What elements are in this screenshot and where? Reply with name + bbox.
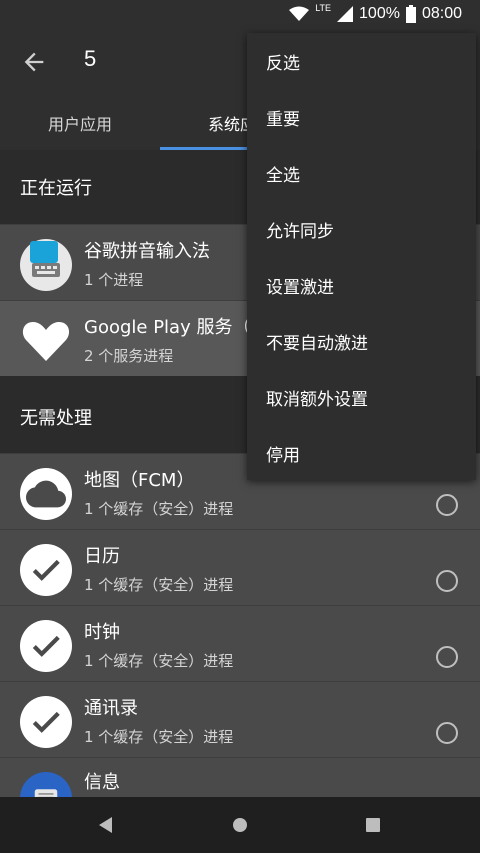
list-item[interactable]: 时钟 1 个缓存（安全）进程 [0,605,480,681]
app-name: 通讯录 [84,698,138,719]
cloud-icon [20,468,72,520]
select-radio[interactable] [436,646,458,668]
app-name: Google Play 服务（G [84,317,265,338]
nav-recents-icon[interactable] [363,815,383,835]
check-icon [20,544,72,596]
menu-item-cancel-extra-settings[interactable]: 取消额外设置 [247,369,476,425]
status-bar: LTE 100% 08:00 [0,0,480,30]
back-arrow-icon[interactable] [20,48,48,76]
app-process-info: 1 个缓存（安全）进程 [84,728,234,746]
app-process-info: 1 个缓存（安全）进程 [84,500,234,518]
menu-item-select-all[interactable]: 全选 [247,145,476,201]
app-process-info: 1 个缓存（安全）进程 [84,652,234,670]
network-type: LTE [315,3,332,13]
nav-back-icon[interactable] [96,815,116,835]
section-title-no-action: 无需处理 [20,408,92,429]
menu-item-allow-sync[interactable]: 允许同步 [247,201,476,257]
overflow-menu: 反选 重要 全选 允许同步 设置激进 不要自动激进 取消额外设置 停用 [247,33,476,480]
tab-user-apps[interactable]: 用户应用 [0,95,160,150]
clock: 08:00 [421,5,462,22]
menu-item-no-auto-aggressive[interactable]: 不要自动激进 [247,313,476,369]
app-name: 时钟 [84,622,120,643]
app-name: 日历 [84,546,120,567]
signal-icon [337,6,354,22]
status-icons: LTE 100% 08:00 [289,3,462,23]
app-process-info: 1 个缓存（安全）进程 [84,576,234,594]
app-process-info: 1 个进程 [84,271,144,289]
list-item[interactable]: 通讯录 1 个缓存（安全）进程 [0,681,480,757]
menu-item-invert-selection[interactable]: 反选 [247,33,476,89]
menu-item-set-aggressive[interactable]: 设置激进 [247,257,476,313]
battery-icon [405,5,416,23]
select-radio[interactable] [436,494,458,516]
navigation-bar [0,797,480,853]
section-title-running: 正在运行 [20,178,92,199]
wifi-icon [289,6,310,21]
heart-icon [20,315,72,367]
battery-percent: 100% [359,5,400,22]
pinyin-keyboard-icon: 拼 [20,239,72,500]
select-radio[interactable] [436,722,458,744]
page-title: 5 [84,46,97,71]
app-process-info: 2 个服务进程 [84,347,174,365]
select-radio[interactable] [436,570,458,592]
nav-home-icon[interactable] [230,815,250,835]
menu-item-disable[interactable]: 停用 [247,425,476,481]
app-name: 信息 [84,772,120,793]
menu-item-important[interactable]: 重要 [247,89,476,145]
app-name: 谷歌拼音输入法 [84,241,210,262]
list-item[interactable]: 日历 1 个缓存（安全）进程 [0,529,480,605]
check-icon [20,620,72,672]
check-icon [20,696,72,748]
app-name: 地图（FCM） [84,470,195,491]
